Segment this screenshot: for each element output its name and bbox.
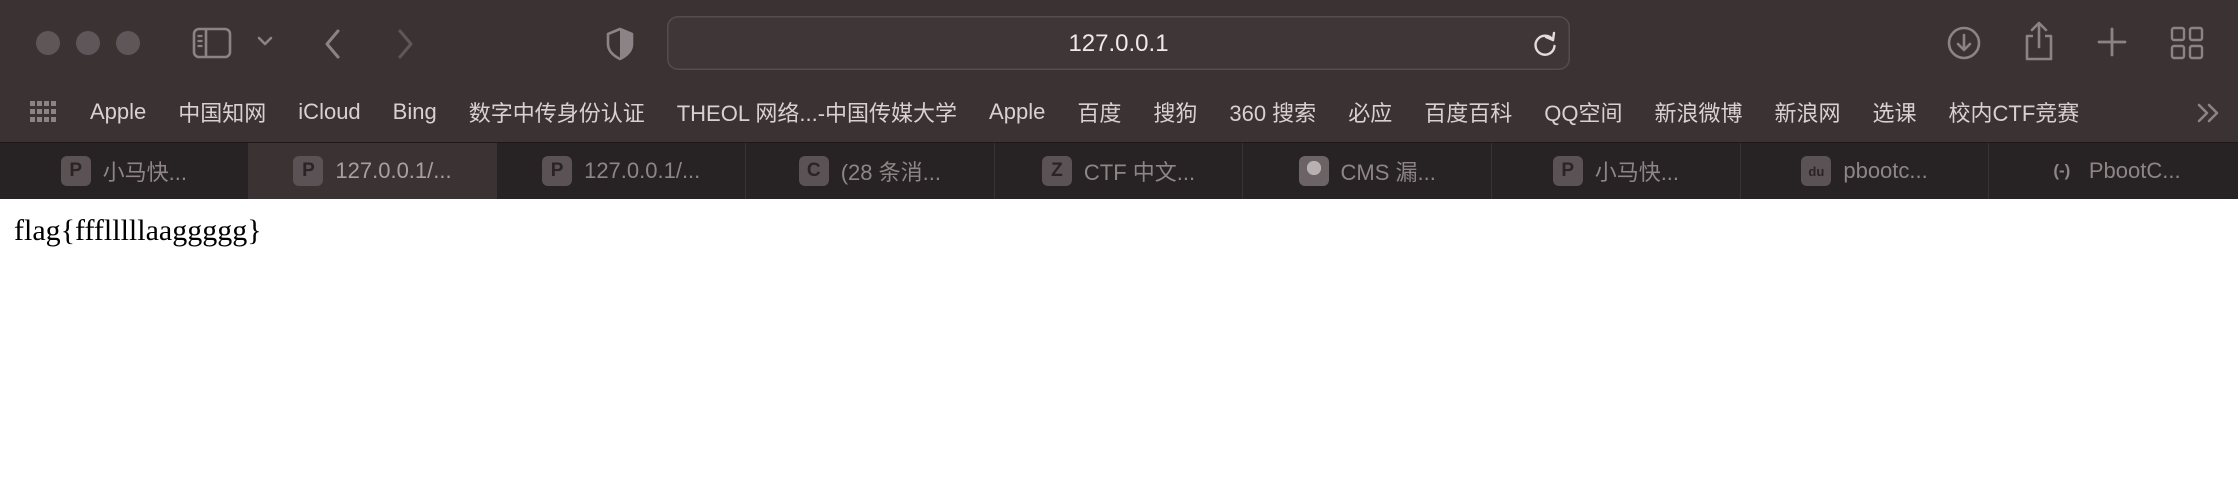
tab-favicon: P: [293, 156, 324, 186]
tab[interactable]: CMS 漏...: [1243, 143, 1493, 199]
browser-chrome: 127.0.0.1 Apple 中国知网 iCloud Bing 数字中传身份认…: [0, 0, 2238, 142]
minimize-window-button[interactable]: [76, 31, 100, 55]
bookmark-item[interactable]: 百度百科: [1408, 96, 1528, 128]
bookmark-item[interactable]: 中国知网: [162, 96, 282, 128]
bookmark-item[interactable]: Bing: [377, 99, 453, 125]
tab-favicon: P: [542, 156, 573, 186]
bookmark-item[interactable]: Apple: [74, 99, 162, 125]
share-icon[interactable]: [2022, 20, 2056, 62]
tab-title: 127.0.0.1/...: [335, 158, 452, 183]
tab[interactable]: Z CTF 中文...: [995, 143, 1244, 199]
close-window-button[interactable]: [36, 31, 60, 55]
sidebar-icon[interactable]: [192, 26, 232, 60]
tab-title: 小马快...: [102, 160, 187, 185]
tab-title: CTF 中文...: [1083, 160, 1196, 185]
tab-title: PbootC...: [2088, 158, 2181, 183]
bookmark-item[interactable]: THEOL 网络...-中国传媒大学: [661, 96, 973, 128]
address-bar[interactable]: 127.0.0.1: [667, 16, 1570, 70]
apps-grid-icon[interactable]: [30, 101, 56, 128]
plus-icon[interactable]: [2096, 26, 2128, 58]
tab-title: 127.0.0.1/...: [584, 158, 701, 183]
page-content: flag{ffflllllaaggggg}: [0, 199, 2238, 500]
tab-favicon: [1298, 156, 1329, 186]
tab-favicon: C: [798, 156, 829, 186]
tab-favicon: Z: [1041, 156, 1072, 186]
chevron-left-icon[interactable]: [322, 28, 344, 60]
tab-favicon: P: [60, 156, 91, 186]
shield-icon[interactable]: [605, 27, 635, 61]
bookmark-item[interactable]: 360 搜索: [1213, 96, 1332, 128]
download-icon[interactable]: [1946, 25, 1982, 61]
bookmark-item[interactable]: iCloud: [282, 99, 376, 125]
address-text: 127.0.0.1: [1068, 30, 1169, 57]
bookmarks-bar: Apple 中国知网 iCloud Bing 数字中传身份认证 THEOL 网络…: [0, 92, 2238, 132]
tab-favicon: P: [1552, 156, 1583, 186]
tab-favicon: (-): [2053, 161, 2071, 180]
toolbar: 127.0.0.1: [0, 0, 2238, 88]
bookmark-item[interactable]: 搜狗: [1137, 96, 1213, 128]
bookmarks-list: Apple 中国知网 iCloud Bing 数字中传身份认证 THEOL 网络…: [74, 92, 2095, 132]
grid-icon[interactable]: [2170, 26, 2204, 60]
bookmark-item[interactable]: QQ空间: [1528, 96, 1638, 128]
zoom-window-button[interactable]: [116, 31, 140, 55]
tab[interactable]: (-) PbootC...: [1989, 143, 2238, 199]
tab-title: 小马快...: [1594, 160, 1680, 185]
bookmark-item[interactable]: 校内CTF竞赛: [1933, 96, 2096, 128]
chevron-double-right-icon[interactable]: [2196, 102, 2222, 129]
tab[interactable]: C (28 条消...: [746, 143, 995, 199]
bookmark-item[interactable]: 选课: [1856, 96, 1932, 128]
tab-title: (28 条消...: [840, 160, 941, 185]
bookmark-item[interactable]: 百度: [1061, 96, 1137, 128]
chevron-down-icon[interactable]: [256, 34, 274, 48]
bookmark-item[interactable]: 新浪微博: [1638, 96, 1758, 128]
tab-title: CMS 漏...: [1340, 160, 1436, 185]
bookmark-item[interactable]: 数字中传身份认证: [453, 96, 661, 128]
bookmark-item[interactable]: 必应: [1332, 96, 1408, 128]
tab-title: pbootc...: [1843, 158, 1928, 183]
tab[interactable]: du pbootc...: [1741, 143, 1990, 199]
bookmark-item[interactable]: Apple: [973, 99, 1061, 125]
tab[interactable]: P 小马快...: [0, 143, 249, 199]
page-body-text: flag{ffflllllaaggggg}: [14, 214, 262, 247]
tab-strip: P 小马快... P 127.0.0.1/... P 127.0.0.1/...…: [0, 142, 2238, 199]
tab[interactable]: P 小马快...: [1492, 143, 1741, 199]
tab-favicon: du: [1801, 156, 1832, 186]
tab-active[interactable]: P 127.0.0.1/...: [248, 143, 498, 199]
bookmark-item[interactable]: 新浪网: [1758, 96, 1856, 128]
reload-icon[interactable]: [1532, 30, 1558, 58]
tab[interactable]: P 127.0.0.1/...: [497, 143, 747, 199]
chevron-right-icon[interactable]: [394, 28, 416, 60]
